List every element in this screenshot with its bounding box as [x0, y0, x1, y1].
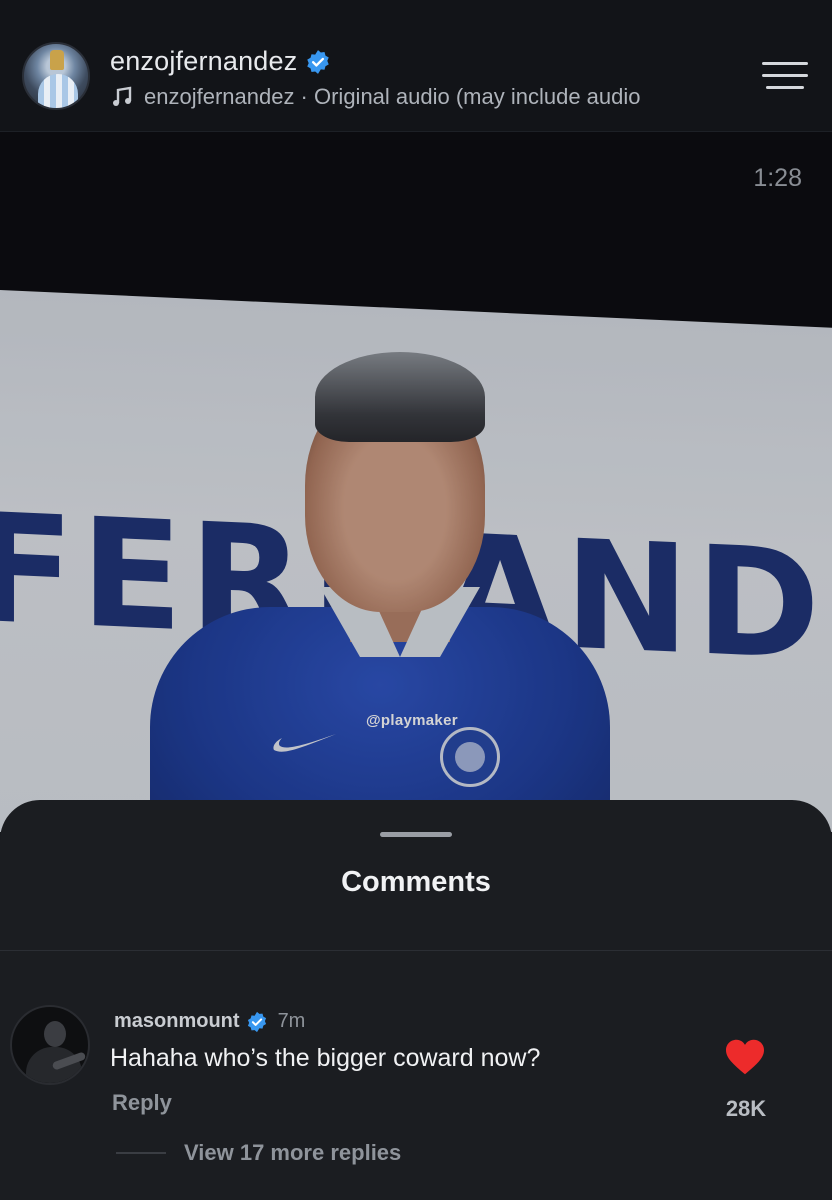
- verified-badge-icon: [247, 1011, 266, 1032]
- comment-username[interactable]: masonmount 7m: [114, 1010, 305, 1033]
- reel-video[interactable]: 1:28 FERNANDEZ @playmaker: [0, 132, 832, 832]
- avatar-figure: [38, 74, 78, 108]
- comment-avatar[interactable]: [10, 1005, 90, 1085]
- verified-badge-icon: [307, 49, 330, 74]
- audio-track[interactable]: enzojfernandez · Original audio (may inc…: [110, 84, 760, 110]
- profile-avatar[interactable]: [22, 42, 90, 110]
- like-count: 28K: [725, 1096, 767, 1121]
- sheet-grabber-handle[interactable]: [380, 832, 452, 837]
- video-overlay: [0, 132, 832, 832]
- audio-text: enzojfernandez · Original audio (may inc…: [144, 84, 641, 109]
- comment-time: 7m: [277, 1010, 306, 1032]
- heart-icon[interactable]: [724, 1038, 766, 1076]
- menu-icon[interactable]: [762, 62, 808, 90]
- comments-sheet: Comments masonmount 7m Hahaha who’s the …: [0, 800, 832, 1200]
- comment-text: Hahaha who’s the bigger coward now?: [110, 1044, 541, 1072]
- reel-header: enzojfernandez enzojfernandez · Original…: [0, 0, 832, 132]
- profile-username[interactable]: enzojfernandez: [110, 46, 331, 77]
- music-note-icon: [113, 86, 132, 106]
- trophy-shape: [50, 50, 64, 70]
- reply-button[interactable]: Reply: [112, 1090, 172, 1116]
- username-text: enzojfernandez: [110, 46, 298, 76]
- comment-username-text: masonmount: [114, 1010, 240, 1032]
- view-replies-button[interactable]: View 17 more replies: [184, 1140, 401, 1166]
- replies-connector-line: [116, 1152, 166, 1154]
- comments-title: Comments: [341, 866, 491, 898]
- divider: [0, 950, 832, 951]
